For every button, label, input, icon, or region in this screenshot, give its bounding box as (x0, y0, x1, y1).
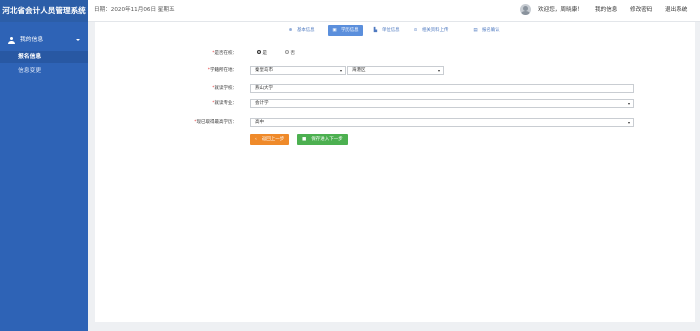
tab-employer-info[interactable]: ▙ 单位信息 (373, 25, 400, 36)
sidebar-item-info-change[interactable]: 信息变更 (0, 65, 88, 77)
tab-label: 单位信息 (382, 28, 400, 33)
logout-link[interactable]: 退出系统 (665, 0, 687, 20)
current-date: 日期：2020年11月06日 星期五 (94, 7, 175, 13)
save-icon: ■ (302, 137, 307, 142)
avatar-icon[interactable] (520, 4, 531, 15)
school-input[interactable]: 燕山大学 (250, 84, 634, 93)
welcome-text: 欢迎您，周晓康！ (538, 7, 583, 13)
education-select[interactable]: 高中 (250, 118, 634, 127)
tab-education-info[interactable]: ▣ 学历信息 (328, 25, 363, 36)
tab-upload-documents[interactable]: ⊙ 相关资料上传 (413, 25, 449, 36)
in-school-no-radio[interactable]: 否 (285, 50, 295, 57)
building-icon: ▙ (373, 28, 378, 33)
tab-basic-info[interactable]: ⊕ 基本信息 (288, 25, 315, 36)
dropdown-arrow-icon (628, 103, 630, 105)
change-password-link[interactable]: 修改密码 (630, 0, 652, 20)
radio-checked-icon (257, 50, 261, 54)
sidebar: 我的信息 报名信息 信息变更 (0, 22, 88, 331)
upload-icon: ⊙ (413, 28, 418, 33)
dropdown-arrow-icon (340, 70, 342, 72)
education-label: *现已取得最高学历： (194, 120, 237, 125)
scroll-gutter (695, 22, 700, 331)
my-info-link[interactable]: 我的信息 (595, 0, 617, 20)
user-icon (8, 37, 15, 44)
checklist-icon: ▤ (473, 28, 478, 33)
dropdown-arrow-icon (438, 70, 440, 72)
tab-label: 学历信息 (341, 28, 359, 33)
major-select[interactable]: 会计学 (250, 99, 634, 108)
school-label: *就读学校： (212, 86, 237, 91)
main-panel: ⊕ 基本信息 ▣ 学历信息 ▙ 单位信息 ⊙ 相关资料上传 ▤ 报名确认 *是否在校： 是… (95, 22, 695, 322)
top-bar: 日期：2020年11月06日 星期五 欢迎您，周晓康！ 我的信息 修改密码 退出… (88, 0, 700, 22)
district-select[interactable]: 海港区 (347, 66, 444, 75)
sidebar-group-my-info[interactable]: 我的信息 (0, 34, 88, 47)
app-title: 河北省会计人员管理系统 (0, 0, 88, 22)
tab-label: 报名确认 (482, 28, 500, 33)
city-select[interactable]: 秦皇岛市 (250, 66, 346, 75)
chevron-down-icon (76, 39, 80, 41)
sidebar-item-registration[interactable]: 报名信息 (0, 51, 88, 63)
back-button[interactable]: ‹ 返回上一步 (250, 134, 290, 145)
id-card-icon: ▣ (332, 28, 337, 33)
sidebar-group-label: 我的信息 (20, 37, 44, 43)
circle-check-icon: ⊕ (288, 28, 293, 33)
in-school-yes-radio[interactable]: 是 (257, 50, 267, 57)
radio-unchecked-icon (285, 50, 289, 54)
in-school-label: *是否在校： (212, 51, 237, 56)
major-label: *就读专业： (212, 101, 237, 106)
tab-label: 相关资料上传 (422, 28, 449, 33)
dropdown-arrow-icon (628, 122, 630, 124)
save-next-button[interactable]: ■ 保存进入下一步 (297, 134, 348, 145)
tab-confirm[interactable]: ▤ 报名确认 (473, 25, 500, 36)
school-location-label: *学籍所在地： (207, 68, 237, 73)
arrow-left-icon: ‹ (255, 137, 257, 142)
tab-label: 基本信息 (297, 28, 315, 33)
